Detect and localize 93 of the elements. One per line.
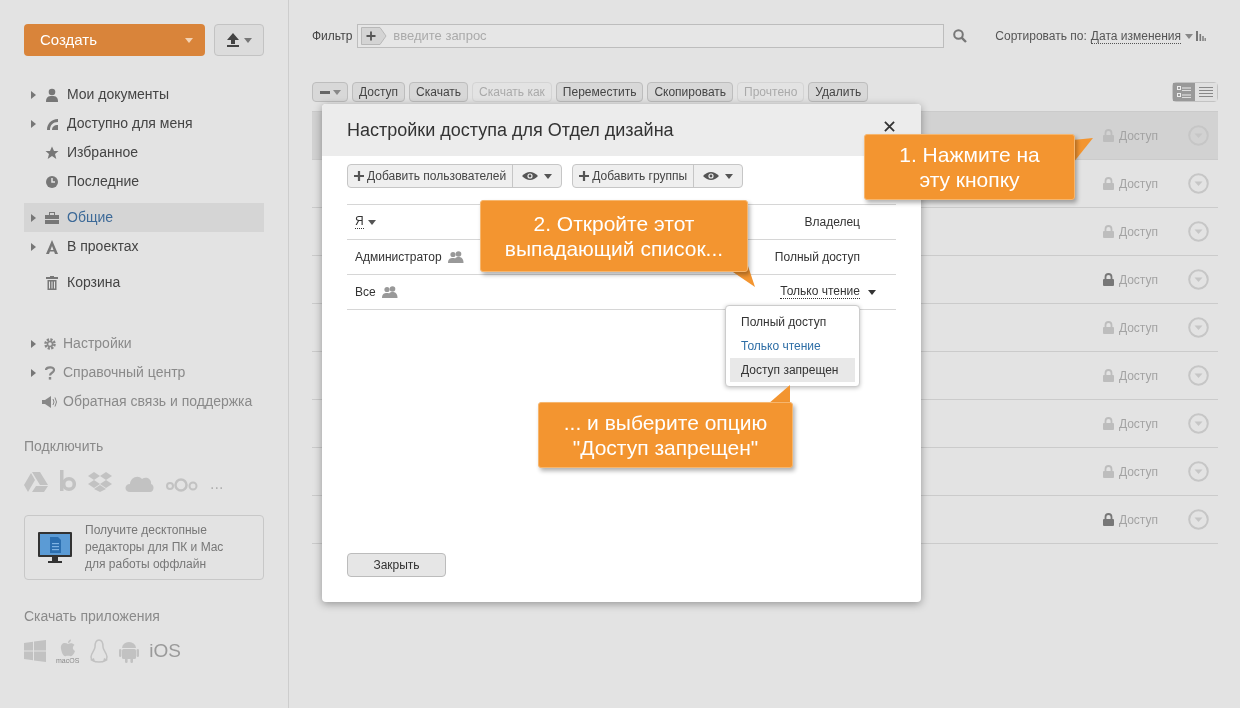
access-level: Полный доступ: [774, 249, 860, 266]
expand-arrow-icon: [31, 368, 36, 377]
triangle-logo-icon: [24, 472, 48, 492]
caret-icon: [332, 89, 341, 95]
android-logo-icon: [119, 639, 140, 663]
row-menu-icon[interactable]: [1188, 413, 1209, 434]
windows-logo-icon: [24, 640, 46, 662]
search-icon[interactable]: [953, 29, 968, 43]
person-icon: [44, 87, 59, 102]
add-filter-icon[interactable]: [361, 27, 388, 45]
question-mark-icon: [44, 365, 55, 380]
detailed-view-button[interactable]: [1173, 83, 1195, 101]
list-icon: [1199, 86, 1213, 98]
sidebar-item[interactable]: В проектах: [24, 232, 264, 261]
toolbar-button[interactable]: Скачать: [409, 82, 469, 102]
access-level: Владелец: [804, 214, 860, 231]
sidebar-item[interactable]: Избранное: [24, 138, 264, 167]
user-name: Все: [355, 284, 376, 301]
eye-icon: [522, 171, 539, 181]
instruction-callout: 2. Откройте этот выпадающий список...: [480, 200, 748, 272]
caret-icon: [1185, 33, 1194, 39]
row-menu-icon[interactable]: [1188, 365, 1209, 386]
sidebar-item[interactable]: Доступно для меня: [24, 109, 264, 138]
menu-item[interactable]: Полный доступ: [730, 310, 855, 334]
box-logo-icon: [88, 472, 112, 492]
caret-icon: [367, 219, 376, 225]
menu-item[interactable]: Доступ запрещен: [730, 358, 855, 382]
caret-icon: [185, 37, 193, 43]
minus-icon: [319, 90, 330, 94]
selection-menu-button[interactable]: [312, 82, 348, 102]
megaphone-icon: [41, 395, 58, 408]
plus-icon: [354, 171, 364, 181]
clock-icon: [44, 174, 59, 189]
expand-arrow-icon: [31, 90, 36, 99]
sidebar-item[interactable]: Последние: [24, 167, 264, 196]
gear-icon: [42, 336, 57, 351]
toolbar-button[interactable]: Удалить: [808, 82, 869, 102]
sort-direction-icon[interactable]: [1196, 31, 1207, 41]
row-menu-icon[interactable]: [1188, 173, 1209, 194]
circles-logo-icon: [166, 478, 198, 492]
toolbar-button[interactable]: Доступ: [352, 82, 406, 102]
section-heading: Скачать приложения: [24, 607, 161, 626]
row-menu-icon[interactable]: [1188, 269, 1209, 290]
star-icon: [44, 145, 59, 160]
toolbar-button[interactable]: Переместить: [555, 82, 644, 102]
group-icon: [447, 251, 464, 263]
sidebar-item[interactable]: Корзина: [24, 268, 264, 297]
dialog-title: Настройки доступа для Отдел дизайна: [347, 118, 674, 142]
user-menu[interactable]: Я: [355, 215, 376, 229]
caret-icon: [244, 37, 252, 43]
sidebar-item[interactable]: Мои документы: [24, 80, 264, 109]
filter-input[interactable]: введите запрос: [393, 26, 874, 46]
upload-button[interactable]: [214, 24, 264, 56]
banner-text: Получите десктопные редакторы для ПК и Mac для работы оффлайн: [85, 522, 225, 573]
instruction-callout: ... и выберите опцию "Доступ запрещен": [538, 402, 793, 468]
row-menu-icon[interactable]: [1188, 317, 1209, 338]
expand-arrow-icon: [31, 242, 36, 251]
caret-icon: [544, 173, 553, 179]
cloud-icon: [124, 474, 154, 492]
letter-b-logo-icon: [60, 470, 76, 492]
instruction-callout: 1. Нажмите на эту кнопку: [864, 134, 1075, 200]
apple-logo-icon: [59, 638, 76, 657]
toolbar-button[interactable]: Скопировать: [647, 82, 734, 102]
sort-dropdown[interactable]: Дата изменения: [1090, 28, 1182, 44]
penguin-logo-icon: [89, 639, 110, 663]
upload-icon: [226, 33, 240, 47]
expand-arrow-icon: [31, 213, 36, 222]
user-name: Администратор: [355, 249, 442, 266]
menu-item[interactable]: Только чтение: [730, 334, 855, 358]
row-menu-icon[interactable]: [1188, 461, 1209, 482]
desktop-editors-banner[interactable]: Получите десктопные редакторы для ПК и Mac для работы оффлайн: [24, 515, 264, 580]
close-icon[interactable]: [884, 120, 895, 132]
row-menu-icon[interactable]: [1188, 509, 1209, 530]
expand-arrow-icon: [31, 119, 36, 128]
detailed-list-icon: [1177, 86, 1191, 98]
section-heading: Подключить: [24, 437, 105, 456]
filter-label: Фильтр: [312, 28, 353, 45]
sort-label: Сортировать по:: [995, 28, 1087, 45]
sidebar-item[interactable]: Общие: [24, 203, 264, 232]
access-dropdown[interactable]: Только чтение: [780, 285, 876, 299]
trash-icon: [45, 275, 58, 290]
row-menu-icon[interactable]: [1188, 221, 1209, 242]
eye-icon: [703, 171, 720, 181]
close-button[interactable]: Закрыть: [347, 553, 446, 577]
group-icon: [381, 286, 398, 298]
plus-icon: [579, 171, 590, 181]
filter-field[interactable]: введите запрос: [357, 24, 945, 48]
caret-icon: [868, 289, 876, 295]
caret-icon: [725, 173, 734, 179]
briefcase-icon: [44, 211, 59, 224]
expand-arrow-icon: [31, 339, 36, 348]
signal-icon: [44, 116, 59, 131]
monitor-icon: [38, 531, 72, 564]
